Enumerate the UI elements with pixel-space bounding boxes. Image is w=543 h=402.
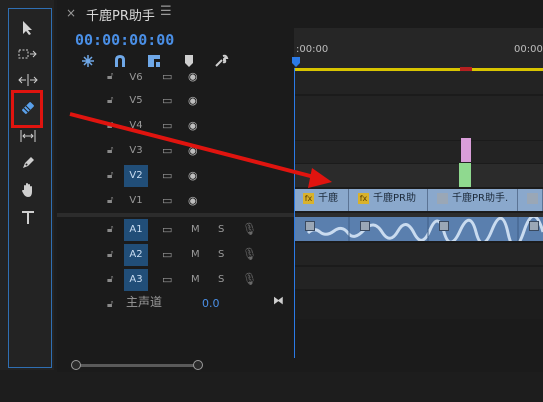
work-area-bar[interactable] xyxy=(294,68,543,71)
master-lane xyxy=(294,291,543,319)
sync-lock-icon[interactable]: ▭ xyxy=(162,70,176,83)
lock-icon[interactable]: 🔓︎ xyxy=(107,145,117,156)
track-label-a3[interactable]: A3 xyxy=(124,269,148,291)
mic-icon[interactable]: 🎙︎ xyxy=(242,272,257,286)
v1-clip[interactable]: fx 千鹿PR助 xyxy=(349,189,428,211)
audio-clip-header-icon xyxy=(439,221,449,231)
bottom-strip xyxy=(0,372,543,402)
scrollbar-thumb[interactable] xyxy=(76,364,198,367)
pen-tool-icon[interactable] xyxy=(17,153,39,173)
sync-lock-icon[interactable]: ▭ xyxy=(162,119,176,132)
solo-button[interactable]: S xyxy=(218,249,224,260)
ripple-edit-tool-icon[interactable] xyxy=(17,70,39,90)
a3-lane[interactable] xyxy=(294,267,543,289)
v1-clip[interactable]: fx 千鹿 xyxy=(294,189,349,211)
playhead-line[interactable] xyxy=(294,68,295,358)
scroll-left-handle[interactable] xyxy=(71,360,81,370)
v6-lane[interactable] xyxy=(294,72,543,94)
track-label-v3[interactable]: V3 xyxy=(124,140,148,162)
lock-icon[interactable]: 🔓︎ xyxy=(107,195,117,206)
sync-lock-icon[interactable]: ▭ xyxy=(162,248,176,261)
mute-button[interactable]: M xyxy=(191,274,200,285)
lock-icon[interactable]: 🔓︎ xyxy=(107,120,117,131)
mic-icon[interactable]: 🎙︎ xyxy=(242,222,257,236)
sequence-tab-title[interactable]: 千鹿PR助手 xyxy=(86,5,155,24)
playhead-timecode[interactable]: 00:00:00:00 xyxy=(75,31,174,49)
audio-clip-header-icon xyxy=(529,221,539,231)
razor-tool-icon[interactable] xyxy=(17,98,39,118)
ruler-start-label: :00:00 xyxy=(296,44,329,55)
linked-selection-icon[interactable] xyxy=(146,53,162,69)
clip-label: 千鹿PR助手. xyxy=(452,193,509,204)
v2-lane[interactable] xyxy=(294,164,543,187)
solo-button[interactable]: S xyxy=(218,274,224,285)
slip-tool-icon[interactable] xyxy=(17,126,39,146)
sync-lock-icon[interactable]: ▭ xyxy=(162,223,176,236)
sync-lock-icon[interactable]: ▭ xyxy=(162,169,176,182)
fx-badge-icon: fx xyxy=(358,192,369,204)
tab-menu-icon[interactable]: ☰ xyxy=(160,4,172,19)
solo-button[interactable]: S xyxy=(218,224,224,235)
tab-close-button[interactable]: × xyxy=(66,6,76,20)
time-ruler[interactable] xyxy=(294,28,543,72)
master-volume-value[interactable]: 0.0 xyxy=(202,297,220,310)
eye-icon[interactable]: ◉ xyxy=(188,144,202,157)
eye-icon[interactable]: ◉ xyxy=(188,119,202,132)
v4-lane[interactable] xyxy=(294,118,543,140)
add-marker-icon[interactable] xyxy=(181,53,197,69)
clip-label: 千鹿 xyxy=(318,193,338,204)
type-tool-icon[interactable] xyxy=(17,207,39,227)
master-track-label: 主声道 xyxy=(126,295,163,309)
selection-tool-icon[interactable] xyxy=(17,18,39,38)
fx-badge-icon xyxy=(527,192,538,204)
fx-badge-icon: fx xyxy=(303,192,314,204)
track-label-v2[interactable]: V2 xyxy=(124,165,148,187)
fx-badge-icon xyxy=(437,192,448,204)
lock-icon[interactable]: 🔓︎ xyxy=(107,95,117,106)
sync-lock-icon[interactable]: ▭ xyxy=(162,144,176,157)
v1-clip[interactable]: 千鹿PR助手. xyxy=(428,189,518,211)
render-marker xyxy=(460,67,472,71)
audio-clip-header-icon xyxy=(305,221,315,231)
mic-icon[interactable]: 🎙︎ xyxy=(242,247,257,261)
eye-icon[interactable]: ◉ xyxy=(188,70,202,83)
hand-tool-icon[interactable] xyxy=(17,180,39,200)
clip-label: 千鹿PR助 xyxy=(373,193,416,204)
eye-icon[interactable]: ◉ xyxy=(188,169,202,182)
lock-icon[interactable]: 🔓︎ xyxy=(107,274,117,285)
audio-clip-header-icon xyxy=(360,221,370,231)
nest-icon[interactable] xyxy=(80,53,96,69)
lock-icon[interactable]: 🔓︎ xyxy=(107,71,117,82)
eye-icon[interactable]: ◉ xyxy=(188,94,202,107)
v3-lane[interactable] xyxy=(294,141,543,163)
track-select-tool-icon[interactable] xyxy=(17,44,39,64)
mute-button[interactable]: M xyxy=(191,224,200,235)
v2-clip[interactable] xyxy=(459,163,471,187)
a2-lane[interactable] xyxy=(294,243,543,265)
sync-lock-icon[interactable]: ▭ xyxy=(162,94,176,107)
track-label-v5[interactable]: V5 xyxy=(124,90,148,112)
scroll-right-handle[interactable] xyxy=(193,360,203,370)
v3-clip[interactable] xyxy=(461,138,471,162)
settings-wrench-icon[interactable] xyxy=(213,53,229,69)
track-label-v6[interactable]: V6 xyxy=(124,67,148,89)
lock-icon[interactable]: 🔓︎ xyxy=(107,249,117,260)
track-label-v4[interactable]: V4 xyxy=(124,115,148,137)
track-label-v1[interactable]: V1 xyxy=(124,190,148,212)
ruler-end-label: 00:00 xyxy=(514,44,543,55)
lock-icon[interactable]: 🔓︎ xyxy=(107,224,117,235)
eye-icon[interactable]: ◉ xyxy=(188,194,202,207)
track-label-a2[interactable]: A2 xyxy=(124,244,148,266)
go-to-end-icon[interactable]: ⧓ xyxy=(273,294,284,307)
sync-lock-icon[interactable]: ▭ xyxy=(162,194,176,207)
v1-clip[interactable] xyxy=(518,189,543,211)
track-label-a1[interactable]: A1 xyxy=(124,219,148,241)
lock-icon[interactable]: 🔓︎ xyxy=(107,299,117,310)
sync-lock-icon[interactable]: ▭ xyxy=(162,273,176,286)
v5-lane[interactable] xyxy=(294,96,543,118)
a1-audio-clip[interactable] xyxy=(294,217,543,241)
mute-button[interactable]: M xyxy=(191,249,200,260)
lock-icon[interactable]: 🔓︎ xyxy=(107,170,117,181)
